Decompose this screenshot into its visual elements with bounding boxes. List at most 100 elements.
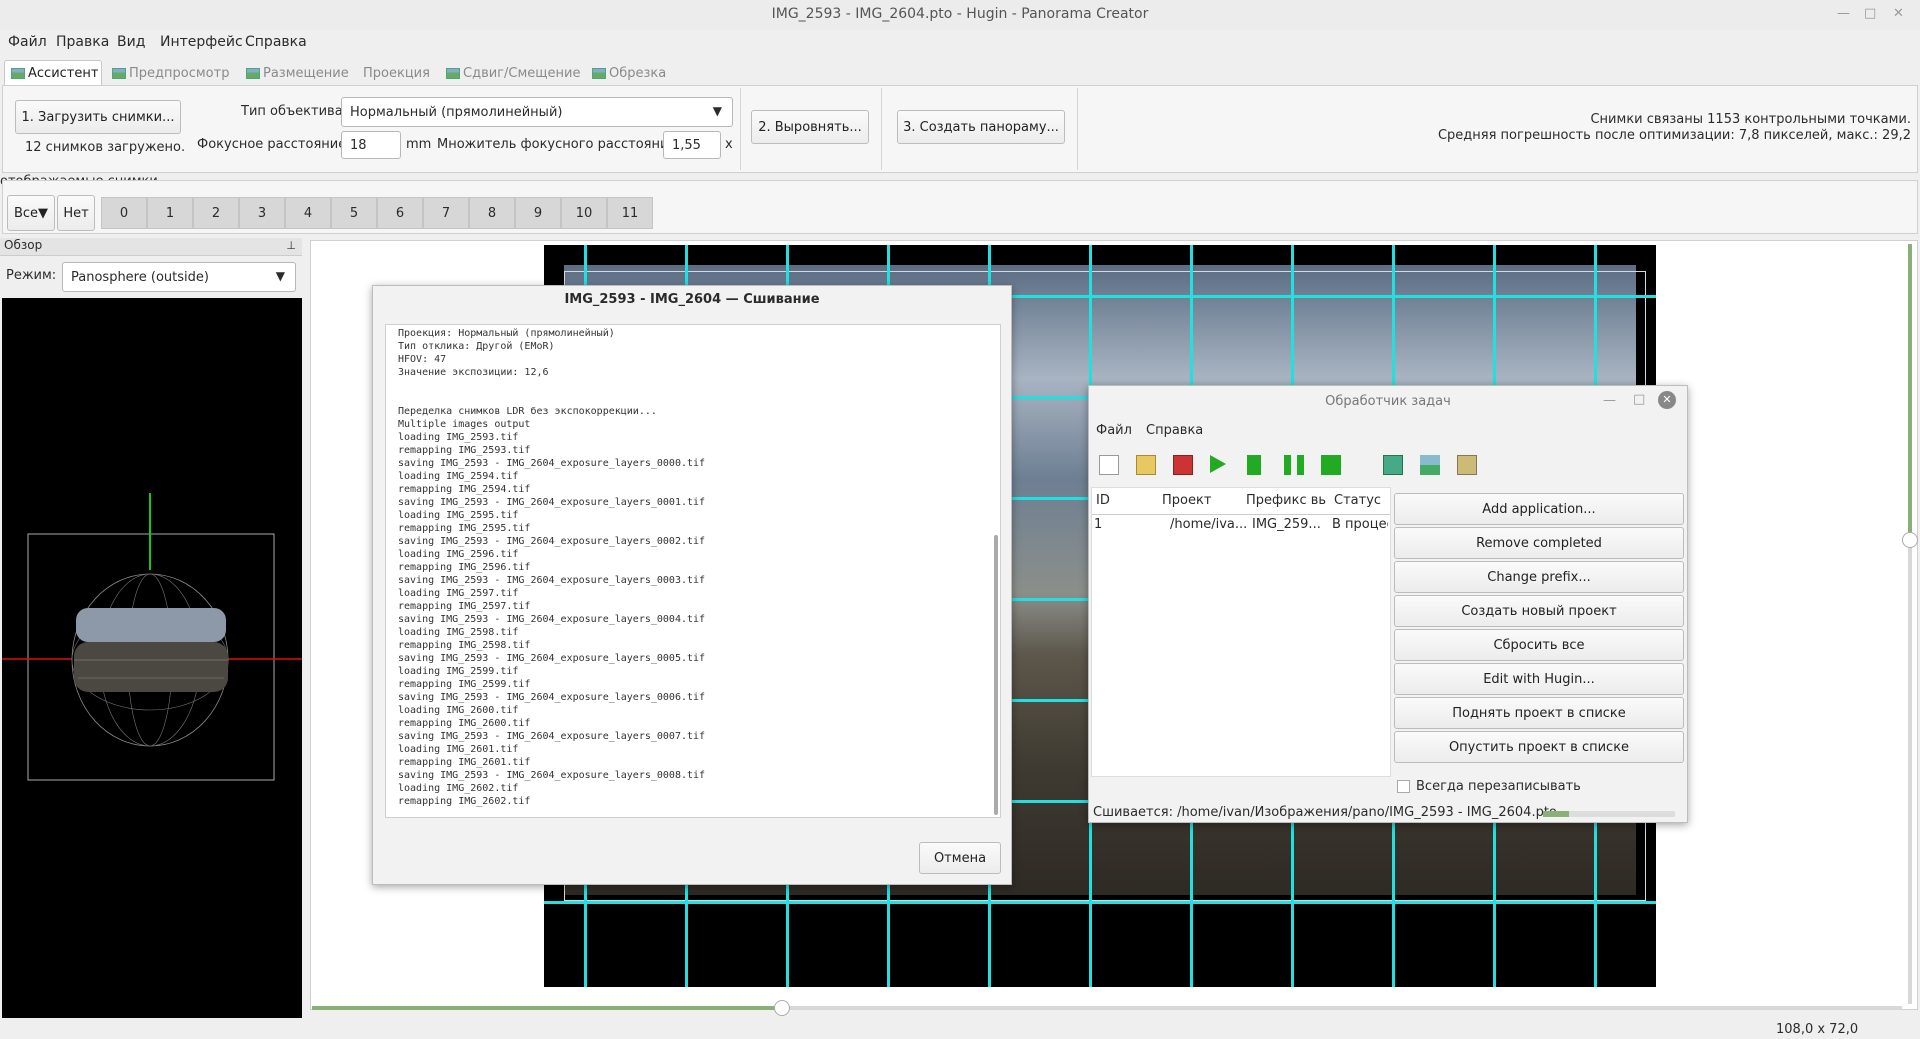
- batch-settings-icon[interactable]: [1457, 455, 1477, 475]
- col-status[interactable]: Статус: [1334, 493, 1381, 508]
- batch-menu-help[interactable]: Справка: [1146, 423, 1203, 438]
- focal-length-label: Фокусное расстояние:: [197, 137, 351, 152]
- menu-interface[interactable]: Интерфейс: [160, 34, 243, 50]
- stop-icon[interactable]: [1321, 455, 1341, 475]
- close-icon[interactable]: ✕: [1893, 6, 1904, 21]
- overwrite-checkbox[interactable]: [1397, 780, 1410, 793]
- chevron-down-icon: ▼: [712, 104, 722, 118]
- vertical-slider-track[interactable]: [1908, 244, 1912, 1004]
- save-icon[interactable]: [1173, 455, 1193, 475]
- change-prefix-button[interactable]: Change prefix...: [1394, 561, 1684, 593]
- remove-completed-button[interactable]: Remove completed: [1394, 527, 1684, 559]
- overview-canvas[interactable]: [2, 298, 302, 1018]
- log-scrollbar[interactable]: [994, 535, 998, 815]
- tab-projection[interactable]: Проекция: [363, 60, 430, 86]
- maximize-icon[interactable]: □: [1633, 392, 1645, 407]
- overview-header: Обзор ⊥: [0, 238, 302, 256]
- tab-assistant[interactable]: Ассистент: [4, 60, 102, 86]
- image-toggle-0[interactable]: 0: [101, 197, 147, 229]
- image-toggle-10[interactable]: 10: [561, 197, 607, 229]
- horizontal-slider-track[interactable]: [312, 1006, 1902, 1010]
- remove-project-icon[interactable]: [1420, 455, 1440, 475]
- tab-layout[interactable]: Размещение: [246, 60, 349, 86]
- crop-factor-label: Множитель фокусного расстояния:: [437, 137, 681, 152]
- skip-icon[interactable]: [1247, 455, 1267, 475]
- edit-with-hugin-button[interactable]: Edit with Hugin...: [1394, 663, 1684, 695]
- menu-help[interactable]: Справка: [245, 34, 307, 50]
- image-toggle-2[interactable]: 2: [193, 197, 239, 229]
- add-project-icon[interactable]: [1383, 455, 1403, 475]
- close-icon[interactable]: ✕: [1658, 391, 1676, 409]
- image-toggle-8[interactable]: 8: [469, 197, 515, 229]
- add-application-button[interactable]: Add application...: [1394, 493, 1684, 525]
- move-up-button[interactable]: Поднять проект в списке: [1394, 697, 1684, 729]
- focal-unit: mm: [406, 137, 432, 152]
- new-file-icon[interactable]: [1099, 455, 1119, 475]
- open-folder-icon[interactable]: [1136, 455, 1156, 475]
- tab-label: Предпросмотр: [129, 65, 230, 81]
- image-toggle-11[interactable]: 11: [607, 197, 653, 229]
- row-status: В процес: [1332, 517, 1388, 532]
- col-id[interactable]: ID: [1096, 493, 1110, 508]
- image-toggle-4[interactable]: 4: [285, 197, 331, 229]
- batch-progress-bar: [1543, 811, 1675, 817]
- move-icon: [446, 67, 460, 79]
- batch-status-text: Сшивается: /home/ivan/Изображения/pano/I…: [1093, 805, 1557, 820]
- pin-icon[interactable]: ⊥: [286, 239, 296, 252]
- stitching-log[interactable]: Проекция: Нормальный (прямолинейный) Тип…: [385, 324, 1001, 818]
- minimize-icon[interactable]: —: [1603, 393, 1616, 408]
- batch-processor-dialog: Обработчик задач — □ ✕ Файл Справка ID П…: [1088, 385, 1688, 823]
- divider: [881, 88, 882, 170]
- show-none-button[interactable]: Нет: [57, 195, 95, 231]
- align-button[interactable]: 2. Выровнять...: [751, 110, 869, 144]
- cancel-button[interactable]: Отмена: [919, 842, 1001, 874]
- tab-label: Ассистент: [28, 66, 99, 81]
- stitching-dialog: IMG_2593 - IMG_2604 — Сшивание Проекция:…: [372, 285, 1012, 885]
- window-title: IMG_2593 - IMG_2604.pto - Hugin - Panora…: [771, 6, 1149, 22]
- panosphere-view: [2, 493, 302, 781]
- table-row[interactable]: 1 /home/iva... IMG_259... В процес: [1092, 516, 1390, 534]
- mode-select[interactable]: Panosphere (outside) ▼: [62, 262, 296, 292]
- image-toggle-6[interactable]: 6: [377, 197, 423, 229]
- projects-table[interactable]: ID Проект Префикс вы Статус 1 /home/iva.…: [1091, 487, 1391, 777]
- image-toggle-7[interactable]: 7: [423, 197, 469, 229]
- col-project[interactable]: Проект: [1162, 493, 1211, 508]
- focal-length-input[interactable]: 18: [341, 131, 401, 159]
- batch-menu-file[interactable]: Файл: [1096, 423, 1132, 438]
- show-all-button[interactable]: Все▼: [7, 195, 55, 231]
- new-project-button[interactable]: Создать новый проект: [1394, 595, 1684, 627]
- maximize-icon[interactable]: □: [1864, 6, 1876, 21]
- tab-crop[interactable]: Обрезка: [592, 60, 666, 86]
- play-icon[interactable]: [1210, 455, 1226, 473]
- horizontal-slider-fill: [312, 1006, 782, 1010]
- lens-type-value: Нормальный (прямолинейный): [350, 104, 563, 120]
- load-images-button[interactable]: 1. Загрузить снимки...: [15, 100, 181, 134]
- menu-edit[interactable]: Правка: [56, 34, 109, 50]
- col-prefix[interactable]: Префикс вы: [1246, 493, 1326, 508]
- divider: [740, 88, 741, 170]
- vertical-slider-handle[interactable]: [1902, 532, 1918, 548]
- tab-label: Проекция: [363, 65, 430, 81]
- horizontal-slider-handle[interactable]: [774, 1000, 790, 1016]
- menu-bar: Файл Правка Вид Интерфейс Справка: [0, 30, 1920, 54]
- tab-label: Сдвиг/Смещение: [463, 65, 581, 81]
- control-points-text: Снимки связаны 1153 контрольными точками…: [1590, 112, 1911, 127]
- pause-icon[interactable]: [1284, 455, 1304, 475]
- image-toggle-1[interactable]: 1: [147, 197, 193, 229]
- lens-type-select[interactable]: Нормальный (прямолинейный) ▼: [341, 97, 733, 127]
- image-toggle-5[interactable]: 5: [331, 197, 377, 229]
- move-down-button[interactable]: Опустить проект в списке: [1394, 731, 1684, 763]
- reset-all-button[interactable]: Сбросить все: [1394, 629, 1684, 661]
- assistant-panel: 1. Загрузить снимки... 12 снимков загруж…: [2, 85, 1918, 173]
- crop-factor-input[interactable]: 1,55: [663, 131, 721, 159]
- create-panorama-button[interactable]: 3. Создать панораму...: [897, 110, 1065, 144]
- image-toggle-3[interactable]: 3: [239, 197, 285, 229]
- menu-file[interactable]: Файл: [8, 34, 47, 50]
- minimize-icon[interactable]: —: [1837, 6, 1850, 21]
- menu-view[interactable]: Вид: [117, 34, 145, 50]
- tab-preview[interactable]: Предпросмотр: [112, 60, 229, 86]
- tab-move-drag[interactable]: Сдвиг/Смещение: [446, 60, 580, 86]
- batch-progress-fill: [1543, 811, 1570, 817]
- image-toggle-9[interactable]: 9: [515, 197, 561, 229]
- tab-label: Размещение: [263, 65, 349, 81]
